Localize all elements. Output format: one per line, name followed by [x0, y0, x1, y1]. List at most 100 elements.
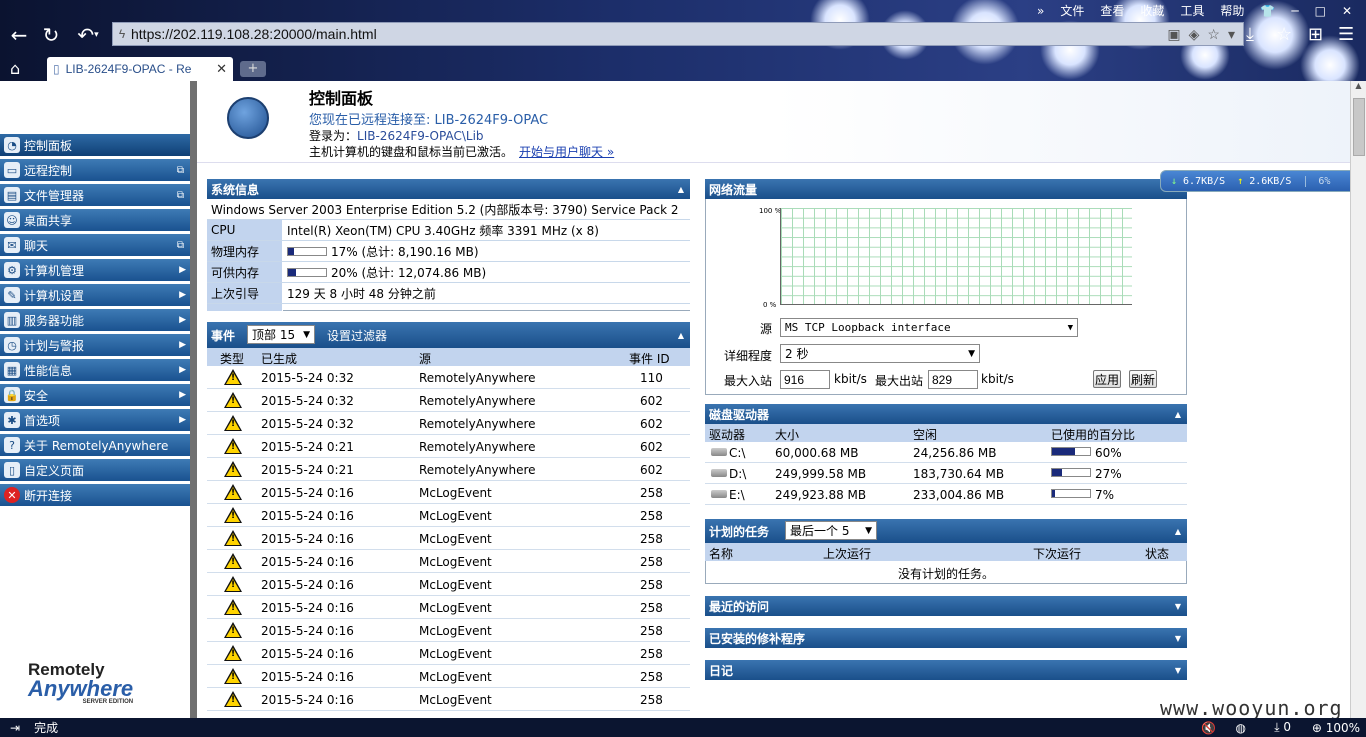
menu-file[interactable]: 文件 — [1054, 2, 1090, 19]
minimize-button[interactable]: ─ — [1285, 4, 1304, 18]
log-header[interactable]: 日记 ▼ — [705, 660, 1187, 680]
sidebar-splitter[interactable] — [190, 81, 197, 718]
new-tab-button[interactable]: + — [240, 61, 266, 77]
sidebar-item-computer-management[interactable]: ⚙ 计算机管理 ▶ — [0, 259, 190, 282]
table-row[interactable]: ! 2015-5-24 0:16 McLogEvent 258 — [207, 527, 690, 550]
favorites-star-icon[interactable]: ☆ — [1276, 24, 1292, 45]
menu-icon[interactable]: ☰ — [1338, 24, 1354, 45]
new-window-icon[interactable]: ⧉ — [177, 240, 184, 251]
table-row[interactable]: ! 2015-5-24 0:16 McLogEvent 258 — [207, 619, 690, 642]
recent-access-header[interactable]: 最近的访问 ▼ — [705, 596, 1187, 616]
sidebar-item-chat[interactable]: ✉ 聊天 ⧉ — [0, 234, 190, 257]
table-row[interactable]: ! 2015-5-24 0:32 RemotelyAnywhere 602 — [207, 389, 690, 412]
sidebar-item-remote-control[interactable]: ▭ 远程控制 ⧉ — [0, 159, 190, 182]
sidebar-item-computer-settings[interactable]: ✎ 计算机设置 ▶ — [0, 284, 190, 307]
star-icon[interactable]: ☆ — [1207, 26, 1220, 43]
expand-icon[interactable]: ▼ — [1175, 666, 1181, 675]
menu-more-icon[interactable]: » — [1031, 4, 1050, 18]
close-window-button[interactable]: ✕ — [1336, 4, 1358, 18]
sidebar-toggle-icon[interactable]: ⇥ — [10, 721, 20, 735]
close-tab-icon[interactable]: ✕ — [216, 61, 227, 77]
sidebar-item-file-manager[interactable]: ▤ 文件管理器 ⧉ — [0, 184, 190, 207]
skin-icon[interactable]: 👕 — [1254, 4, 1281, 18]
table-row[interactable]: ! 2015-5-24 0:32 RemotelyAnywhere 602 — [207, 412, 690, 435]
menu-favorites[interactable]: 收藏 — [1134, 2, 1170, 19]
download-icon[interactable]: ⤓ — [1246, 24, 1254, 45]
dropdown-icon[interactable]: ▾ — [1228, 26, 1235, 43]
set-filter-link[interactable]: 设置过滤器 — [327, 327, 387, 344]
maximize-button[interactable]: □ — [1309, 4, 1332, 18]
back-button[interactable]: ← — [6, 22, 32, 48]
max-out-input[interactable] — [928, 370, 978, 389]
page-scrollbar[interactable]: ▲ — [1350, 81, 1366, 718]
tasks-count-select[interactable]: 最后一个 5 ▼ — [785, 521, 877, 540]
table-row[interactable]: ! 2015-5-24 0:16 McLogEvent 258 — [207, 596, 690, 619]
sidebar-item-schedules-alerts[interactable]: ◷ 计划与警报 ▶ — [0, 334, 190, 357]
events-header[interactable]: 事件 顶部 15 ▼ 设置过滤器 ▲ — [207, 322, 690, 348]
table-row[interactable]: ! 2015-5-24 0:21 RemotelyAnywhere 602 — [207, 435, 690, 458]
start-chat-link[interactable]: 开始与用户聊天 » — [519, 145, 614, 159]
table-row[interactable]: ! 2015-5-24 0:16 McLogEvent 258 — [207, 481, 690, 504]
shield-icon[interactable]: ◈ — [1189, 26, 1200, 43]
table-row[interactable]: ! 2015-5-24 0:16 McLogEvent 258 — [207, 688, 690, 711]
network-header[interactable]: 网络流量 — [705, 179, 1187, 199]
table-row[interactable]: ! 2015-5-24 0:16 McLogEvent 258 — [207, 550, 690, 573]
network-speed-widget[interactable]: ↓ 6.7KB/S ↑ 2.6KB/S 6% — [1160, 170, 1366, 192]
ad-block-icon[interactable]: ◍ — [1236, 721, 1246, 735]
patches-header[interactable]: 已安装的修补程序 ▼ — [705, 628, 1187, 648]
new-window-icon[interactable]: ⧉ — [177, 165, 184, 176]
sidebar-item-desktop-share[interactable]: ☺ 桌面共享 — [0, 209, 190, 232]
menu-view[interactable]: 查看 — [1094, 2, 1130, 19]
disks-header[interactable]: 磁盘驱动器 ▲ — [705, 404, 1187, 424]
home-icon[interactable]: ⌂ — [10, 59, 20, 78]
sidebar-item-server-functions[interactable]: ▥ 服务器功能 ▶ — [0, 309, 190, 332]
compat-icon[interactable]: ▣ — [1167, 26, 1180, 43]
warning-mark: ! — [231, 465, 236, 475]
sidebar-item-performance[interactable]: ▦ 性能信息 ▶ — [0, 359, 190, 382]
address-bar[interactable]: ϟ https://202.119.108.28:20000/main.html… — [112, 22, 1244, 46]
sidebar-item-custom-page[interactable]: ▯ 自定义页面 — [0, 459, 190, 482]
collapse-icon[interactable]: ▲ — [678, 185, 684, 194]
drive-size: 60,000.68 MB — [775, 446, 859, 460]
new-window-icon[interactable]: ⧉ — [177, 190, 184, 201]
table-row[interactable]: ! 2015-5-24 0:32 RemotelyAnywhere 110 — [207, 366, 690, 389]
apply-button[interactable]: 应用 — [1093, 370, 1121, 388]
undo-button[interactable]: ↶ ▾ — [72, 22, 104, 48]
sidebar-item-dashboard[interactable]: ◔ 控制面板 — [0, 134, 190, 157]
tab-active[interactable]: ▯ LIB-2624F9-OPAC - Re ✕ — [47, 57, 233, 81]
scrollbar-thumb[interactable] — [1353, 98, 1365, 156]
sidebar-item-disconnect[interactable]: ✕ 断开连接 — [0, 484, 190, 507]
max-in-input[interactable] — [780, 370, 830, 389]
menu-tools[interactable]: 工具 — [1174, 2, 1210, 19]
table-row[interactable]: ! 2015-5-24 0:16 McLogEvent 258 — [207, 642, 690, 665]
menu-help[interactable]: 帮助 — [1214, 2, 1250, 19]
collapse-icon[interactable]: ▲ — [678, 331, 684, 340]
expand-icon[interactable]: ▼ — [1175, 602, 1181, 611]
zoom-control[interactable]: ⊕ 100% — [1312, 721, 1360, 735]
detail-select[interactable]: 2 秒 ▼ — [780, 344, 980, 363]
downloads-indicator[interactable]: ⤓ 0 — [1274, 720, 1291, 735]
sysinfo-header[interactable]: 系统信息 ▲ — [207, 179, 690, 199]
usage-bar-fill — [1052, 469, 1063, 476]
expand-icon[interactable]: ▼ — [1175, 634, 1181, 643]
refresh-button[interactable]: ↻ — [38, 22, 64, 48]
table-row[interactable]: ! 2015-5-24 0:16 McLogEvent 258 — [207, 573, 690, 596]
collapse-icon[interactable]: ▲ — [1175, 410, 1181, 419]
scroll-up-icon[interactable]: ▲ — [1351, 81, 1366, 90]
sidebar-item-security[interactable]: 🔒 安全 ▶ — [0, 384, 190, 407]
url-text[interactable]: https://202.119.108.28:20000/main.html — [131, 26, 1167, 42]
source-select[interactable]: MS TCP Loopback interface ▼ — [780, 318, 1078, 337]
apps-icon[interactable]: ⊞ — [1308, 24, 1323, 45]
table-row[interactable]: ! 2015-5-24 0:16 McLogEvent 258 — [207, 504, 690, 527]
mute-icon[interactable]: 🔇 — [1201, 721, 1216, 735]
events-count-select[interactable]: 顶部 15 ▼ — [247, 325, 315, 344]
sidebar-item-about[interactable]: ? 关于 RemotelyAnywhere — [0, 434, 190, 457]
table-row[interactable]: ! 2015-5-24 0:21 RemotelyAnywhere 602 — [207, 458, 690, 481]
sidebar-item-preferences[interactable]: ✱ 首选项 ▶ — [0, 409, 190, 432]
sidebar-item-label: 自定义页面 — [24, 463, 85, 478]
collapse-icon[interactable]: ▲ — [1175, 527, 1181, 536]
refresh-button[interactable]: 刷新 — [1129, 370, 1157, 388]
table-row[interactable]: ! 2015-5-24 0:16 McLogEvent 258 — [207, 665, 690, 688]
connection-status: 您现在已远程连接至: LIB-2624F9-OPAC — [309, 113, 549, 128]
tasks-header[interactable]: 计划的任务 最后一个 5 ▼ ▲ — [705, 519, 1187, 543]
